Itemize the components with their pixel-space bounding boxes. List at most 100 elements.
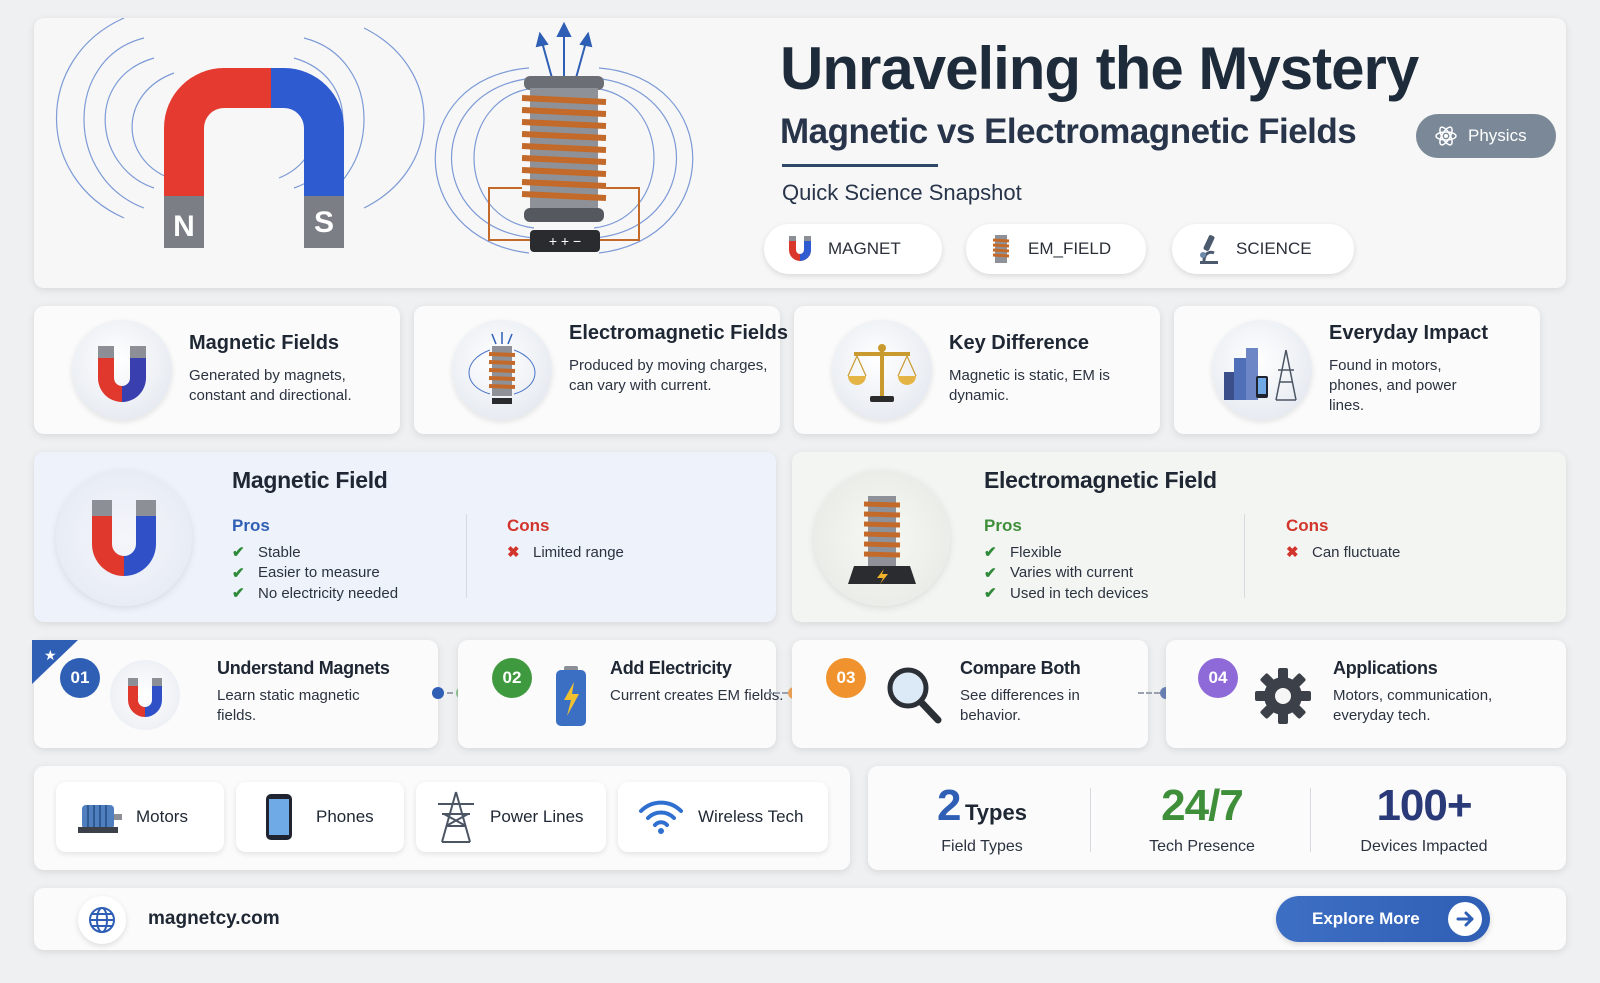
stat-value: 24/7 xyxy=(1161,781,1244,830)
app-wireless-tech[interactable]: Wireless Tech xyxy=(618,782,828,852)
physics-badge-label: Physics xyxy=(1468,126,1527,145)
app-power-lines[interactable]: Power Lines xyxy=(416,782,606,852)
physics-badge[interactable]: Physics xyxy=(1416,114,1556,158)
explore-more-label: Explore More xyxy=(1312,909,1420,928)
website-link[interactable]: magnetcy.com xyxy=(148,908,280,930)
pros-item: ✔ Stable xyxy=(232,543,301,562)
check-icon: ✔ xyxy=(232,564,245,582)
feature-card-magnetic[interactable]: Magnetic Fields Generated by magnets, co… xyxy=(34,306,400,434)
cons-list: ✖ Limited range xyxy=(507,542,624,563)
feature-title: Electromagnetic Fields xyxy=(569,322,788,344)
step-title: Compare Both xyxy=(960,658,1081,678)
check-icon: ✔ xyxy=(984,564,997,582)
step-text: See differences in behavior. xyxy=(960,687,1080,724)
magnet-icon xyxy=(789,236,811,261)
feature-text: Magnetic is static, EM is dynamic. xyxy=(949,367,1110,404)
feature-text: Found in motors, phones, and power lines… xyxy=(1329,357,1457,414)
pros-item: ✔ Used in tech devices xyxy=(984,584,1149,603)
feature-title: Everyday Impact xyxy=(1329,322,1488,344)
step-connector xyxy=(1138,687,1172,699)
cons-item: ✖ Can fluctuate xyxy=(1286,543,1401,562)
page-subtitle: Magnetic vs Electromagnetic Fields xyxy=(780,112,1357,151)
panel-title: Electromagnetic Field xyxy=(984,467,1217,493)
step-number: 04 xyxy=(1198,658,1238,698)
step-text: Current creates EM fields. xyxy=(610,687,784,704)
app-phones[interactable]: Phones xyxy=(236,782,404,852)
step-number: 03 xyxy=(826,658,866,698)
electromagnetic-field-panel: Electromagnetic Field Pros ✔ Flexible ✔ Va… xyxy=(792,452,1566,622)
cons-label: Cons xyxy=(1286,516,1329,535)
stat-field-types: 2 Types Field Types xyxy=(882,780,1082,856)
step-title: Add Electricity xyxy=(610,658,732,678)
chip-science[interactable]: SCIENCE xyxy=(1172,224,1354,274)
stat-devices-impacted: 100+ Devices Impacted xyxy=(1324,780,1524,856)
svg-text:★: ★ xyxy=(44,648,57,664)
north-pole-label: N xyxy=(173,210,195,243)
tagline: Quick Science Snapshot xyxy=(782,180,1022,205)
feature-card-everyday-impact[interactable]: Everyday Impact Found in motors, phones,… xyxy=(1174,306,1540,434)
chip-magnet[interactable]: MAGNET xyxy=(764,224,942,274)
feature-title: Magnetic Fields xyxy=(189,332,340,354)
step-card-2[interactable]: 02 Add Electricity Current creates EM fi… xyxy=(458,640,783,748)
magnet-icon xyxy=(128,678,162,717)
south-pole-label: S xyxy=(314,206,334,239)
step-icon-circle xyxy=(1248,660,1318,730)
scale-icon xyxy=(847,344,917,402)
stat-divider xyxy=(1310,788,1311,852)
cross-icon: ✖ xyxy=(507,544,520,562)
column-divider xyxy=(1244,514,1245,598)
magnet-icon xyxy=(92,500,156,576)
feature-title: Key Difference xyxy=(949,332,1090,354)
phone-icon xyxy=(266,794,292,840)
stat-caption: Devices Impacted xyxy=(1360,838,1488,855)
footer-bar: magnetcy.com Explore More xyxy=(34,888,1566,950)
feature-icon-circle xyxy=(1212,320,1312,420)
title-underline xyxy=(782,164,938,167)
step-card-4[interactable]: 04 Applications Motors, communication, e… xyxy=(1166,640,1566,748)
stat-divider xyxy=(1090,788,1091,852)
cons-list: ✖ Can fluctuate xyxy=(1286,542,1400,563)
panel-icon-circle xyxy=(814,470,950,606)
pros-item: ✔ Easier to measure xyxy=(232,564,380,582)
feature-text: Produced by moving charges, can vary wit… xyxy=(569,357,768,394)
chip-em-field[interactable]: EM_FIELD xyxy=(966,224,1146,274)
step-card-3[interactable]: 03 Compare Both See differences in behav… xyxy=(792,640,1148,748)
coil-icon xyxy=(992,235,1010,263)
chip-science-label: SCIENCE xyxy=(1236,239,1312,258)
panel-title: Magnetic Field xyxy=(232,467,388,493)
city-icon xyxy=(1224,348,1297,401)
feature-text: Generated by magnets, constant and direc… xyxy=(189,367,352,404)
explore-more-button[interactable]: Explore More xyxy=(1276,896,1490,942)
feature-icon-circle xyxy=(452,320,552,420)
pros-list: ✔ Flexible ✔ Varies with current ✔ Used in … xyxy=(984,542,1148,604)
pros-label: Pros xyxy=(984,516,1022,535)
applications-panel: Motors Phones Power Lines Wireless Tech xyxy=(34,766,850,870)
step-icon-circle xyxy=(878,660,948,730)
step-title: Applications xyxy=(1333,658,1438,678)
stat-caption: Field Types xyxy=(941,838,1023,855)
feature-card-electromagnetic[interactable]: Electromagnetic Fields Produced by movin… xyxy=(414,306,788,434)
stat-value: 2 xyxy=(937,781,962,830)
battery-icon xyxy=(556,666,586,726)
step-number: 02 xyxy=(492,658,532,698)
pros-item: ✔ No electricity needed xyxy=(232,584,399,603)
stats-panel: 2 Types Field Types 24/7 Tech Presence 1… xyxy=(868,766,1566,870)
gear-icon xyxy=(1255,668,1311,724)
app-label: Wireless Tech xyxy=(698,807,804,826)
feature-card-key-difference[interactable]: Key Difference Magnetic is static, EM is… xyxy=(794,306,1160,434)
stat-tech-presence: 24/7 Tech Presence xyxy=(1102,780,1302,856)
coil-icon xyxy=(468,332,536,404)
wifi-icon xyxy=(639,800,683,834)
cross-icon: ✖ xyxy=(1286,544,1299,562)
feature-icon-circle xyxy=(832,320,932,420)
magnet-icon xyxy=(98,346,146,402)
cons-item: ✖ Limited range xyxy=(507,543,624,562)
step-icon-circle xyxy=(110,660,180,730)
app-label: Power Lines xyxy=(490,807,584,826)
chip-em-field-label: EM_FIELD xyxy=(1028,239,1112,258)
app-motors[interactable]: Motors xyxy=(56,782,224,852)
atom-icon xyxy=(1435,126,1457,146)
step-card-1[interactable]: ★ 01 Understand Magnets Learn static mag… xyxy=(32,640,438,748)
panel-icon-circle xyxy=(56,470,192,606)
motor-icon xyxy=(78,805,122,833)
